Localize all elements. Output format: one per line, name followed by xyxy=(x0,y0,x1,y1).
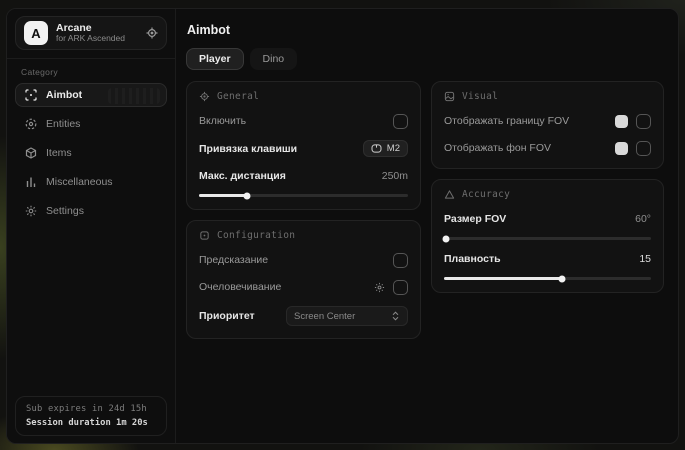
session-duration-text: Session duration 1m 20s xyxy=(26,418,156,428)
image-icon xyxy=(444,91,455,102)
brand-card: A Arcane for ARK Ascended xyxy=(15,16,167,50)
row-prediction: Предсказание xyxy=(199,252,408,268)
sidebar-item-aimbot[interactable]: Aimbot xyxy=(15,83,167,107)
chevron-up-down-icon xyxy=(391,311,400,321)
fov-size-value: 60° xyxy=(635,213,651,225)
priority-label: Приоритет xyxy=(199,310,255,322)
max-distance-slider-handle[interactable] xyxy=(244,192,251,199)
sidebar-nav: Aimbot Entities Items xyxy=(7,83,175,223)
row-keybind: Привязка клавиши M2 xyxy=(199,140,408,157)
sidebar-item-label: Settings xyxy=(46,205,84,217)
max-distance-slider[interactable] xyxy=(199,194,408,197)
target-icon[interactable] xyxy=(146,27,158,39)
row-enable: Включить xyxy=(199,113,408,129)
sub-expires-text: Sub expires in 24d 15h xyxy=(26,404,156,414)
package-icon xyxy=(24,147,37,159)
row-max-distance: Макс. дистанция 250m xyxy=(199,168,408,184)
brand-logo: A xyxy=(24,21,48,45)
sidebar-item-miscellaneous[interactable]: Miscellaneous xyxy=(15,170,167,194)
tune-icon xyxy=(199,230,210,241)
enable-label: Включить xyxy=(199,115,246,127)
row-priority: Приоритет Screen Center xyxy=(199,306,408,326)
tab-bar: Player Dino xyxy=(186,48,664,70)
triangle-icon xyxy=(444,189,455,200)
fov-size-slider-handle[interactable] xyxy=(443,235,450,242)
card-configuration: Configuration Предсказание Очеловечивани… xyxy=(186,220,421,339)
brand-subtitle: for ARK Ascended xyxy=(56,34,138,44)
fov-border-checkbox[interactable] xyxy=(636,114,651,129)
sidebar-item-items[interactable]: Items xyxy=(15,141,167,165)
humanization-settings-icon[interactable] xyxy=(374,282,385,293)
fov-border-label: Отображать границу FOV xyxy=(444,115,569,127)
keybind-value: M2 xyxy=(387,143,400,154)
humanization-label: Очеловечивание xyxy=(199,281,281,293)
row-fov-background: Отображать фон FOV xyxy=(444,140,651,156)
sidebar-item-label: Entities xyxy=(46,118,80,130)
keybind-label: Привязка клавиши xyxy=(199,143,297,155)
sidebar-item-entities[interactable]: Entities xyxy=(15,112,167,136)
tab-player[interactable]: Player xyxy=(186,48,244,70)
brand-text: Arcane for ARK Ascended xyxy=(56,22,138,44)
max-distance-value: 250m xyxy=(382,170,408,182)
keybind-button[interactable]: M2 xyxy=(363,140,408,157)
row-smoothness: Плавность 15 xyxy=(444,251,651,267)
row-fov-size: Размер FOV 60° xyxy=(444,211,651,227)
crosshair-icon xyxy=(24,89,37,101)
sidebar-item-label: Items xyxy=(46,147,72,159)
tab-dino[interactable]: Dino xyxy=(250,48,298,70)
card-general: General Включить Привязка клавиши xyxy=(186,81,421,210)
main-content: Aimbot Player Dino General xyxy=(176,9,678,443)
gear-icon xyxy=(24,205,37,217)
radar-icon xyxy=(24,118,37,130)
fov-background-color-swatch[interactable] xyxy=(615,142,628,155)
priority-value: Screen Center xyxy=(294,311,355,322)
card-accuracy-title: Accuracy xyxy=(462,189,510,200)
page-title: Aimbot xyxy=(187,23,664,37)
humanization-checkbox[interactable] xyxy=(393,280,408,295)
sidebar-divider xyxy=(7,58,175,59)
fov-background-checkbox[interactable] xyxy=(636,141,651,156)
card-accuracy: Accuracy Размер FOV 60° Плавность 15 xyxy=(431,179,664,293)
smoothness-label: Плавность xyxy=(444,253,501,265)
priority-dropdown[interactable]: Screen Center xyxy=(286,306,408,326)
subscription-info: Sub expires in 24d 15h Session duration … xyxy=(15,396,167,436)
sidebar-item-label: Miscellaneous xyxy=(46,176,113,188)
card-configuration-title: Configuration xyxy=(217,230,295,241)
card-visual-title: Visual xyxy=(462,91,498,102)
category-label: Category xyxy=(21,67,161,77)
prediction-checkbox[interactable] xyxy=(393,253,408,268)
sidebar-item-settings[interactable]: Settings xyxy=(15,199,167,223)
bars-icon xyxy=(24,176,37,188)
fov-border-color-swatch[interactable] xyxy=(615,115,628,128)
smoothness-slider[interactable] xyxy=(444,277,651,280)
sidebar: A Arcane for ARK Ascended Category xyxy=(7,9,176,443)
sidebar-item-label: Aimbot xyxy=(46,89,82,101)
smoothness-value: 15 xyxy=(639,253,651,265)
mouse-icon xyxy=(371,144,382,153)
card-general-title: General xyxy=(217,91,259,102)
max-distance-label: Макс. дистанция xyxy=(199,170,286,182)
scope-icon xyxy=(199,91,210,102)
row-humanization: Очеловечивание xyxy=(199,279,408,295)
enable-checkbox[interactable] xyxy=(393,114,408,129)
fov-background-label: Отображать фон FOV xyxy=(444,142,551,154)
prediction-label: Предсказание xyxy=(199,254,268,266)
fov-size-label: Размер FOV xyxy=(444,213,506,225)
fov-size-slider[interactable] xyxy=(444,237,651,240)
smoothness-slider-handle[interactable] xyxy=(558,275,565,282)
row-fov-border: Отображать границу FOV xyxy=(444,113,651,129)
card-visual: Visual Отображать границу FOV Отображать… xyxy=(431,81,664,169)
app-window: A Arcane for ARK Ascended Category xyxy=(6,8,679,444)
